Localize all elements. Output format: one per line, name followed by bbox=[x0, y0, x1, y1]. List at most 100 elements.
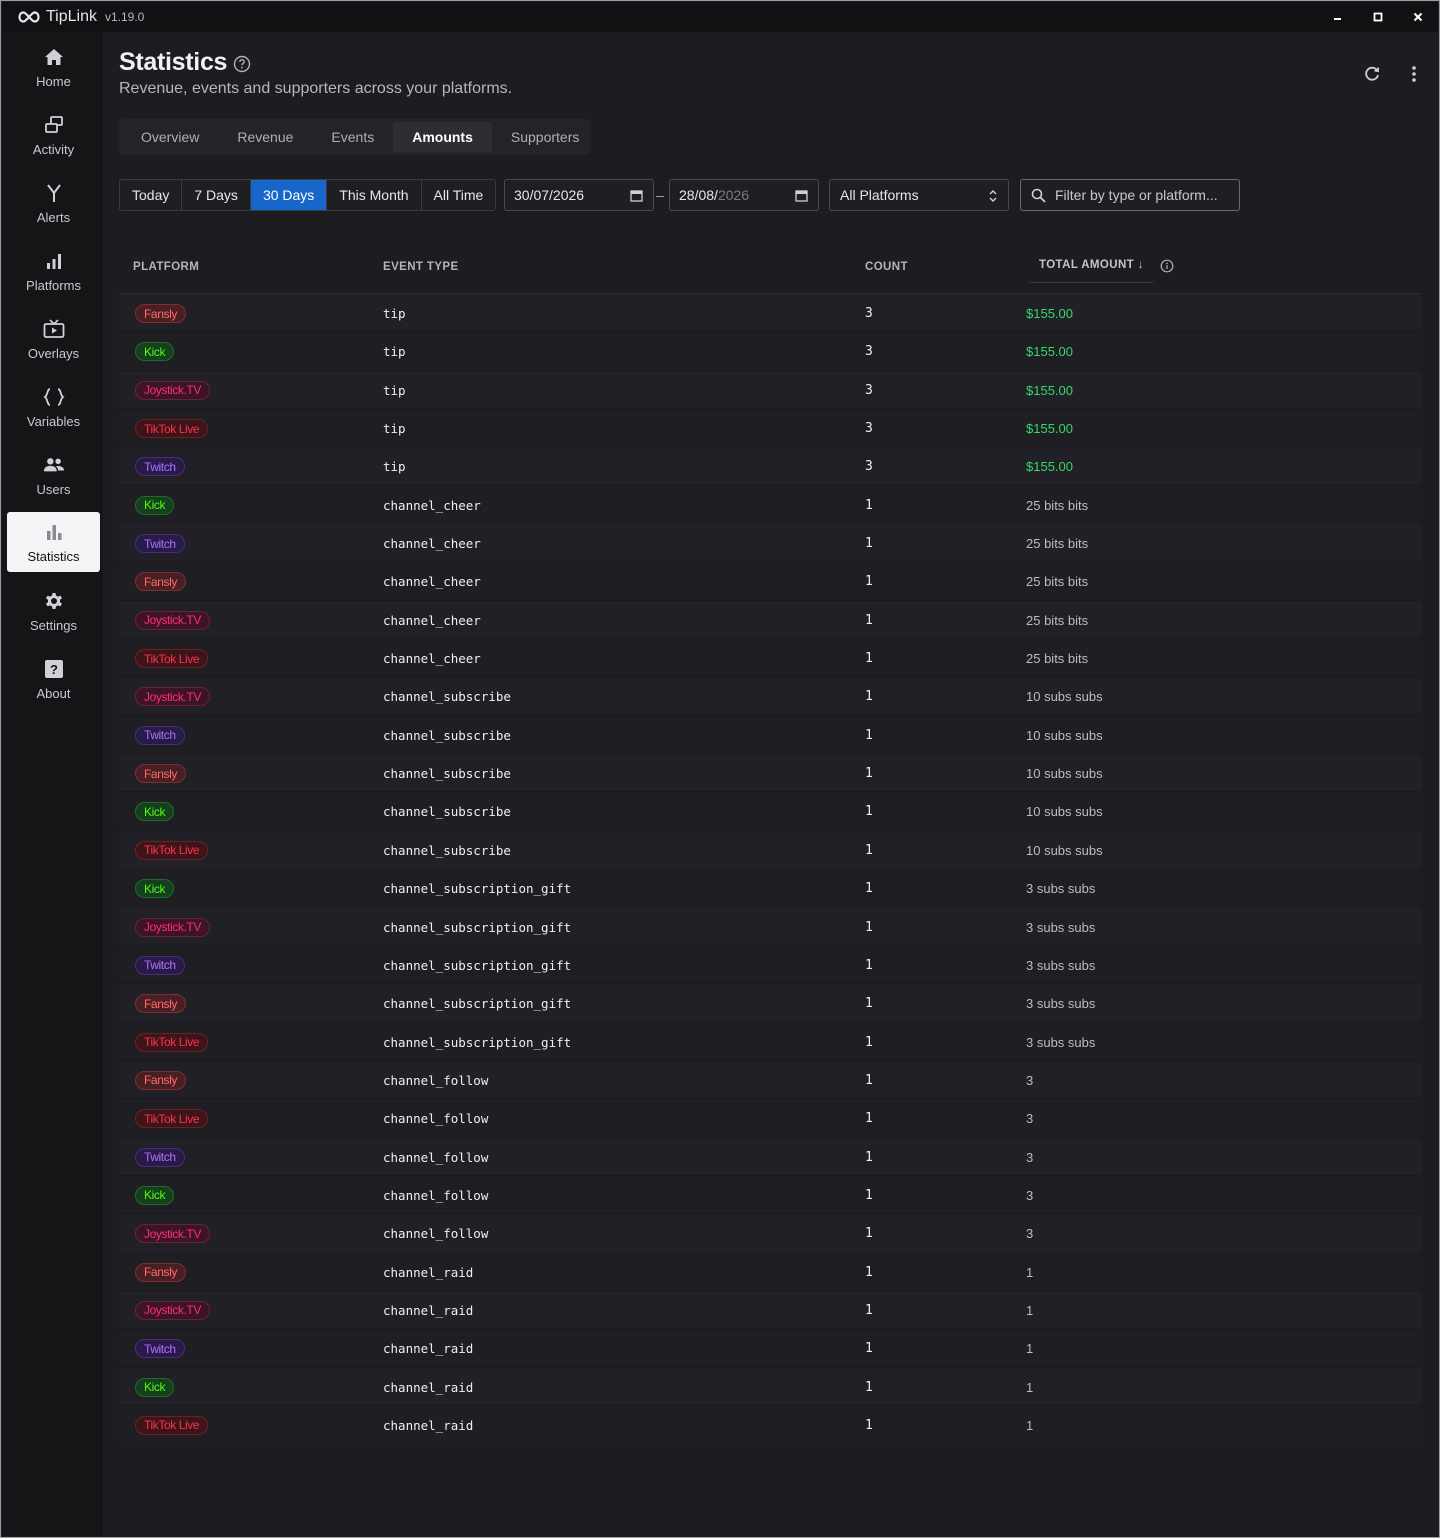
table-row[interactable]: Fansly channel_follow 1 3 bbox=[119, 1060, 1422, 1100]
date-from-field[interactable]: 30/07/2026 bbox=[504, 179, 654, 211]
info-icon[interactable] bbox=[1160, 259, 1174, 273]
table-row[interactable]: Kick channel_subscribe 1 10 subs subs bbox=[119, 792, 1422, 831]
event-type-cell: channel_follow bbox=[383, 1149, 489, 1165]
event-type-cell: tip bbox=[383, 459, 406, 475]
count-cell: 3 bbox=[865, 306, 873, 321]
table-row[interactable]: Fansly tip 3 $155.00 bbox=[119, 294, 1422, 333]
sidebar-item-statistics[interactable]: Statistics bbox=[7, 512, 100, 572]
statistics-icon bbox=[43, 521, 65, 543]
table-row[interactable]: Twitch channel_raid 1 1 bbox=[119, 1329, 1422, 1368]
date-from-value: 30/07/2026 bbox=[514, 187, 585, 203]
table-row[interactable]: Fansly channel_subscribe 1 10 subs subs bbox=[119, 754, 1422, 793]
platform-badge: Joystick.TV bbox=[135, 380, 210, 400]
sidebar-item-alerts[interactable]: Alerts bbox=[7, 173, 100, 233]
platform-badge: Twitch bbox=[135, 725, 185, 745]
platform-badge: TikTok Live bbox=[135, 840, 209, 860]
table-row[interactable]: Joystick.TV channel_subscribe 1 10 subs sub… bbox=[119, 677, 1422, 716]
table-row[interactable]: Twitch channel_subscription_gift 1 3 subs s… bbox=[119, 945, 1422, 985]
range-30-days-button[interactable]: 30 Days bbox=[250, 180, 328, 210]
table-row[interactable]: TikTok Live channel_cheer 1 25 bits bits bbox=[119, 639, 1422, 678]
column-header-event-type[interactable]: EVENT TYPE bbox=[383, 261, 459, 273]
maximize-button[interactable] bbox=[1358, 2, 1398, 32]
sidebar-item-overlays[interactable]: Overlays bbox=[7, 309, 100, 369]
tab-supporters[interactable]: Supporters bbox=[492, 122, 598, 152]
event-type-cell: channel_follow bbox=[383, 1072, 489, 1088]
total-amount-cell: $155.00 bbox=[1026, 459, 1073, 475]
total-amount-cell: 25 bits bits bbox=[1026, 536, 1089, 552]
event-type-cell: channel_cheer bbox=[383, 651, 481, 667]
table-row[interactable]: Joystick.TV channel_follow 1 3 bbox=[119, 1214, 1422, 1253]
sidebar-item-activity[interactable]: Activity bbox=[7, 105, 100, 165]
table-row[interactable]: TikTok Live channel_raid 1 1 bbox=[119, 1405, 1422, 1445]
sidebar-item-label: Activity bbox=[32, 141, 75, 157]
total-amount-cell: 25 bits bits bbox=[1026, 497, 1089, 513]
table-row[interactable]: Kick channel_raid 1 1 bbox=[119, 1367, 1422, 1406]
table-row[interactable]: Joystick.TV channel_raid 1 1 bbox=[119, 1290, 1422, 1330]
activity-icon bbox=[43, 114, 65, 136]
table-row[interactable]: TikTok Live channel_subscribe 1 10 subs sub… bbox=[119, 830, 1422, 870]
calendar-icon[interactable] bbox=[795, 189, 808, 202]
range-7-days-button[interactable]: 7 Days bbox=[182, 180, 251, 210]
sidebar-item-label: About bbox=[36, 685, 71, 701]
count-cell: 1 bbox=[865, 1111, 873, 1127]
range-all-time-button[interactable]: All Time bbox=[421, 180, 496, 210]
count-cell: 1 bbox=[865, 1379, 873, 1395]
range-this-month-button[interactable]: This Month bbox=[327, 180, 422, 210]
table-row[interactable]: Joystick.TV channel_subscription_gift 1 3 s… bbox=[119, 907, 1422, 946]
table-row[interactable]: Kick channel_follow 1 3 bbox=[119, 1175, 1422, 1215]
platform-badge: Fansly bbox=[135, 1070, 186, 1090]
total-amount-cell: 1 bbox=[1026, 1302, 1034, 1318]
total-amount-cell: $155.00 bbox=[1026, 382, 1073, 398]
table-row[interactable]: Fansly channel_cheer 1 25 bits bits bbox=[119, 562, 1422, 601]
table-row[interactable]: Twitch tip 3 $155.00 bbox=[119, 447, 1422, 486]
range-today-button[interactable]: Today bbox=[120, 180, 183, 210]
sidebar-item-settings[interactable]: Settings bbox=[7, 581, 100, 641]
total-amount-cell: 10 subs subs bbox=[1026, 842, 1103, 858]
column-header-total-amount[interactable]: TOTAL AMOUNT ↓ bbox=[1029, 247, 1154, 283]
table-row[interactable]: Twitch channel_subscribe 1 10 subs subs bbox=[119, 715, 1422, 755]
column-header-count[interactable]: COUNT bbox=[865, 261, 908, 273]
tab-events[interactable]: Events bbox=[312, 122, 393, 152]
table-row[interactable]: Twitch channel_follow 1 3 bbox=[119, 1137, 1422, 1176]
refresh-icon[interactable] bbox=[1362, 64, 1382, 84]
minimize-icon bbox=[1334, 18, 1341, 20]
date-to-field[interactable]: 28/08/2026 bbox=[669, 179, 819, 211]
sidebar-item-variables[interactable]: Variables bbox=[7, 377, 100, 437]
sidebar-item-about[interactable]: ? About bbox=[7, 649, 100, 709]
tab-overview[interactable]: Overview bbox=[122, 122, 218, 152]
total-amount-cell: 1 bbox=[1026, 1341, 1034, 1357]
table-row[interactable]: Twitch channel_cheer 1 25 bits bits bbox=[119, 524, 1422, 563]
total-amount-cell: 3 bbox=[1026, 1111, 1034, 1127]
close-button[interactable] bbox=[1398, 2, 1438, 32]
event-type-cell: tip bbox=[383, 382, 406, 398]
app-window: TipLink v1.19.0 Home Activity Alerts Pla… bbox=[0, 0, 1440, 1538]
help-icon[interactable] bbox=[233, 55, 251, 73]
tab-amounts[interactable]: Amounts bbox=[393, 122, 492, 152]
table-row[interactable]: Joystick.TV channel_cheer 1 25 bits bits bbox=[119, 600, 1422, 640]
table-row[interactable]: Fansly channel_subscription_gift 1 3 subs s… bbox=[119, 984, 1422, 1023]
sidebar-item-users[interactable]: Users bbox=[7, 445, 100, 505]
minimize-button[interactable] bbox=[1318, 2, 1358, 32]
column-header-platform[interactable]: PLATFORM bbox=[133, 261, 199, 273]
platform-select[interactable]: All Platforms bbox=[829, 179, 1009, 211]
tab-revenue[interactable]: Revenue bbox=[218, 122, 312, 152]
platform-badge: TikTok Live bbox=[135, 1109, 209, 1129]
table-row[interactable]: Kick channel_cheer 1 25 bits bits bbox=[119, 485, 1422, 525]
table-row[interactable]: TikTok Live channel_follow 1 3 bbox=[119, 1099, 1422, 1138]
event-type-cell: channel_subscribe bbox=[383, 727, 511, 743]
sidebar-item-platforms[interactable]: Platforms bbox=[7, 241, 100, 301]
table-row[interactable]: TikTok Live channel_subscription_gift 1 3 s… bbox=[119, 1022, 1422, 1061]
table-row[interactable]: TikTok Live tip 3 $155.00 bbox=[119, 409, 1422, 448]
table-row[interactable]: Joystick.TV tip 3 $155.00 bbox=[119, 370, 1422, 410]
search-input[interactable]: Filter by type or platform... bbox=[1020, 179, 1240, 211]
event-type-cell: channel_follow bbox=[383, 1226, 489, 1242]
users-icon bbox=[43, 454, 65, 476]
table-row[interactable]: Fansly channel_raid 1 1 bbox=[119, 1252, 1422, 1291]
table-row[interactable]: Kick channel_subscription_gift 1 3 subs sub… bbox=[119, 869, 1422, 908]
sidebar-item-home[interactable]: Home bbox=[7, 37, 100, 97]
table-row[interactable]: Kick tip 3 $155.00 bbox=[119, 332, 1422, 371]
count-cell: 1 bbox=[865, 727, 873, 743]
count-cell: 1 bbox=[865, 1341, 873, 1357]
calendar-icon[interactable] bbox=[630, 189, 643, 202]
more-options-icon[interactable] bbox=[1404, 64, 1424, 84]
